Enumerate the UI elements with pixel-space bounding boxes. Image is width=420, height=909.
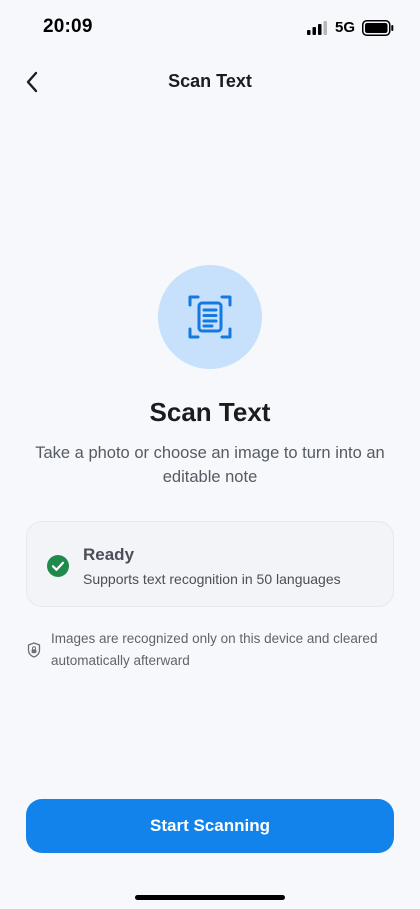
signal-icon bbox=[307, 21, 327, 35]
hero-subtitle: Take a photo or choose an image to turn … bbox=[35, 444, 385, 486]
home-indicator bbox=[135, 895, 285, 900]
page-title: Scan Text bbox=[168, 71, 252, 91]
check-circle-icon bbox=[47, 555, 69, 577]
status-description: Supports text recognition in 50 language… bbox=[83, 571, 341, 587]
status-card: Ready Supports text recognition in 50 la… bbox=[26, 521, 394, 607]
shield-lock-icon bbox=[27, 642, 41, 658]
privacy-note: Images are recognized only on this devic… bbox=[51, 631, 378, 668]
navigation-bar: Scan Text bbox=[0, 60, 420, 104]
battery-icon bbox=[362, 20, 394, 36]
hero-title: Scan Text bbox=[149, 397, 271, 427]
status-time: 20:09 bbox=[43, 16, 93, 37]
status-title: Ready bbox=[83, 545, 135, 564]
start-scanning-label: Start Scanning bbox=[150, 816, 270, 835]
scan-text-screen: 20:09 5G Scan Text Scan Text Take a phot… bbox=[0, 0, 420, 909]
start-scanning-button[interactable]: Start Scanning bbox=[26, 799, 394, 853]
status-bar: 20:09 5G bbox=[0, 0, 420, 56]
scan-icon-circle bbox=[158, 265, 262, 369]
network-type: 5G bbox=[335, 19, 356, 36]
document-scan-icon bbox=[188, 295, 232, 339]
